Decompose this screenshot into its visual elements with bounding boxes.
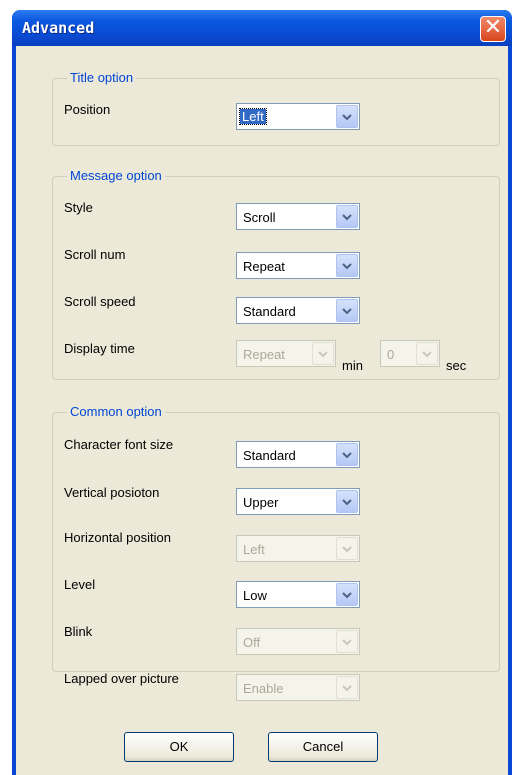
- display-time-value: Repeat: [243, 347, 285, 362]
- chevron-down-icon[interactable]: [336, 583, 358, 606]
- cancel-button[interactable]: Cancel: [268, 732, 378, 762]
- horizontal-position-select[interactable]: Left: [236, 535, 360, 562]
- position-value: Left: [239, 108, 267, 125]
- font-size-value: Standard: [243, 448, 296, 463]
- level-value: Low: [243, 588, 267, 603]
- level-label: Level: [64, 577, 96, 592]
- title-option-legend: Title option: [67, 70, 137, 85]
- chevron-down-icon[interactable]: [336, 205, 358, 228]
- close-button[interactable]: ✕: [480, 16, 506, 42]
- scroll-speed-select[interactable]: Standard: [236, 297, 360, 324]
- position-select[interactable]: Left: [236, 103, 360, 130]
- chevron-down-icon[interactable]: [336, 490, 358, 513]
- scroll-speed-label: Scroll speed: [64, 294, 136, 309]
- style-label: Style: [64, 200, 93, 215]
- scroll-num-select[interactable]: Repeat: [236, 252, 360, 279]
- scroll-speed-value: Standard: [243, 304, 296, 319]
- horizontal-position-label: Horizontal position: [64, 530, 171, 545]
- horizontal-position-value: Left: [243, 542, 265, 557]
- scroll-num-value: Repeat: [243, 259, 285, 274]
- level-select[interactable]: Low: [236, 581, 360, 608]
- font-size-label: Character font size: [64, 437, 174, 452]
- window-title: Advanced: [22, 19, 95, 37]
- lapped-label: Lapped over picture: [64, 671, 179, 686]
- chevron-down-icon[interactable]: [336, 443, 358, 466]
- chevron-down-icon[interactable]: [336, 105, 358, 128]
- font-size-select[interactable]: Standard: [236, 441, 360, 468]
- title-bar[interactable]: Advanced ✕: [12, 10, 512, 46]
- style-value: Scroll: [243, 210, 276, 225]
- display-time-select[interactable]: Repeat: [236, 340, 336, 367]
- close-icon: ✕: [483, 15, 503, 40]
- sec-unit: sec: [446, 358, 467, 373]
- dialog-body: Title option Position Left Message optio…: [16, 46, 508, 775]
- scroll-num-label: Scroll num: [64, 247, 126, 262]
- blink-value: Off: [243, 635, 261, 650]
- style-select[interactable]: Scroll: [236, 203, 360, 230]
- seconds-value: 0: [387, 347, 395, 362]
- chevron-down-icon[interactable]: [416, 342, 438, 365]
- chevron-down-icon[interactable]: [312, 342, 334, 365]
- min-unit: min: [342, 358, 363, 373]
- ok-button[interactable]: OK: [124, 732, 234, 762]
- lapped-select[interactable]: Enable: [236, 674, 360, 701]
- common-option-legend: Common option: [67, 404, 165, 419]
- chevron-down-icon[interactable]: [336, 299, 358, 322]
- chevron-down-icon[interactable]: [336, 537, 358, 560]
- vertical-position-value: Upper: [243, 495, 279, 510]
- seconds-select[interactable]: 0: [380, 340, 440, 367]
- chevron-down-icon[interactable]: [336, 630, 358, 653]
- chevron-down-icon[interactable]: [336, 254, 358, 277]
- display-time-label: Display time: [64, 341, 135, 356]
- vertical-position-select[interactable]: Upper: [236, 488, 360, 515]
- dialog-window: Advanced ✕ Title option Position Left Me…: [12, 10, 512, 775]
- vertical-position-label: Vertical posioton: [64, 485, 160, 500]
- blink-select[interactable]: Off: [236, 628, 360, 655]
- message-option-legend: Message option: [67, 168, 165, 183]
- blink-label: Blink: [64, 624, 93, 639]
- position-label: Position: [64, 102, 111, 117]
- lapped-value: Enable: [243, 681, 284, 696]
- chevron-down-icon[interactable]: [336, 676, 358, 699]
